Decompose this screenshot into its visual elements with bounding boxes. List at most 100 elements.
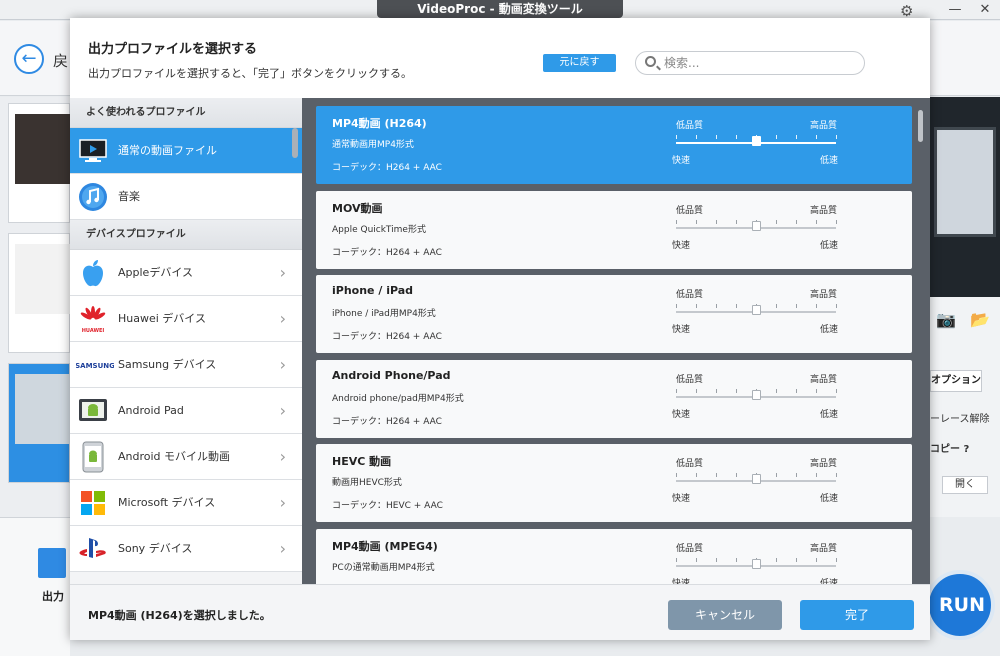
category-apple[interactable]: Appleデバイス › [70,250,302,296]
minimize-button[interactable]: — [940,0,970,20]
run-button[interactable]: RUN [925,570,995,640]
open-button[interactable]: 開く [942,476,988,494]
category-label: Android モバイル動画 [118,450,231,463]
selection-status: MP4動画 (H264)を選択しました。 [88,609,271,622]
category-android-mobile[interactable]: Android モバイル動画 › [70,434,302,480]
category-common-video[interactable]: 通常の動画ファイル [70,128,302,174]
category-music[interactable]: 音楽 [70,174,302,220]
quality-slider-handle[interactable] [752,220,761,231]
slider-tick [736,473,737,477]
slider-tick [796,473,797,477]
slider-tick [816,304,817,308]
monitor-icon [78,136,108,166]
slider-tick [836,135,837,139]
slider-tick [816,557,817,562]
slider-tick [836,388,837,393]
slider-tick [676,473,677,477]
slider-tick [796,219,797,224]
profile-card[interactable]: iPhone / iPad iPhone / iPad用MP4形式 コーデック：H2… [316,275,912,353]
high-quality-label: 高品質 [810,374,838,385]
folder-icon[interactable]: 📂 [970,310,990,329]
dialog-footer: MP4動画 (H264)を選択しました。 キャンセル 完了 [70,584,930,640]
huawei-logo-text: HUAWEI [82,328,105,334]
window-controls: — ✕ [940,0,1000,20]
slider-tick [816,473,817,477]
slider-tick [696,304,697,308]
profile-description: iPhone / iPad用MP4形式 [332,309,436,319]
dialog-title: 出力プロファイルを選択する [88,42,258,57]
slider-tick [676,135,677,139]
fast-label: 快速 [672,156,691,166]
low-quality-label: 低品質 [676,459,704,469]
video-thumbnail[interactable] [8,103,71,223]
quality-slider-handle[interactable] [752,558,761,569]
sidebar-scrollbar[interactable] [292,128,298,158]
video-thumbnail-selected[interactable] [8,363,71,483]
category-sony[interactable]: Sony デバイス › [70,526,302,572]
quality-slider-handle[interactable] [752,389,761,400]
category-samsung[interactable]: SAMSUNG Samsung デバイス › [70,342,302,388]
slider-tick [776,219,777,224]
list-scrollbar[interactable] [918,110,923,142]
high-quality-label: 高品質 [810,290,838,300]
fast-label: 快速 [672,240,691,251]
slider-tick [676,388,677,393]
category-label: 音楽 [118,190,140,203]
slider-tick [696,135,697,139]
slider-tick [796,388,797,393]
slider-tick [676,557,677,562]
low-quality-label: 低品質 [676,121,704,131]
category-huawei[interactable]: HUAWEI Huawei デバイス › [70,296,302,342]
profile-name: Android Phone/Pad [332,368,451,382]
bottom-toolbar [0,517,70,656]
category-android-pad[interactable]: Android Pad › [70,388,302,434]
output-icon[interactable] [38,548,66,578]
close-window-button[interactable]: ✕ [970,0,1000,20]
profile-name: MP4動画 (MPEG4) [332,539,438,553]
slider-tick [696,219,697,224]
fast-label: 快速 [672,409,691,420]
low-quality-label: 低品質 [676,290,704,300]
slow-label: 低速 [820,409,839,420]
search-box[interactable] [635,51,865,75]
dialog-subtitle: 出力プロファイルを選択すると、「完了」ボタンをクリックする。 [88,67,413,80]
search-input[interactable] [664,55,854,71]
profile-card[interactable]: MP4動画 (H264) 通常動画用MP4形式 コーデック：H264 + AAC 低品… [316,106,912,184]
slider-tick [776,473,777,477]
category-microsoft[interactable]: Microsoft デバイス › [70,480,302,526]
slider-tick [816,135,817,139]
microsoft-icon [78,488,108,518]
category-label: Microsoft デバイス [118,496,216,509]
quality-slider-handle[interactable] [752,305,761,315]
fast-label: 快速 [672,325,691,335]
profile-card[interactable]: MOV動画 Apple QuickTime形式 コーデック：H264 + AAC 低品… [316,190,912,269]
slider-tick [676,219,677,224]
music-icon [78,182,108,212]
profile-category-sidebar: よく使われるプロファイル 通常の動画ファイル 音楽 デバイスプロファイル App… [70,98,302,584]
video-thumbnail[interactable] [8,233,71,353]
slider-tick [736,304,737,308]
quality-slider-handle[interactable] [752,136,761,146]
profile-card[interactable]: Android Phone/Pad Android phone/pad用MP4形式… [316,359,912,438]
profile-card[interactable]: HEVC 動画 動画用HEVC形式 コーデック：HEVC + AAC 低品質 高品質 快速… [316,444,912,522]
slider-tick [816,219,817,224]
slider-tick [836,557,837,562]
revert-button[interactable]: 元に戻す [543,54,616,72]
quality-slider-handle[interactable] [752,474,761,484]
category-label: 通常の動画ファイル [118,144,217,157]
slider-tick [716,304,717,308]
back-arrow-icon[interactable]: ← [14,44,44,74]
done-button[interactable]: 完了 [800,600,914,630]
cancel-button[interactable]: キャンセル [668,600,782,630]
samsung-icon: SAMSUNG [76,350,114,380]
slider-tick [676,304,677,308]
android-phone-icon [78,441,108,473]
slow-label: 低速 [820,240,839,251]
category-label: Appleデバイス [118,266,193,279]
back-label: 戻 [53,52,69,70]
chevron-right-icon: › [279,493,286,512]
profile-description: Apple QuickTime形式 [332,224,426,235]
camera-icon[interactable]: 📷 [936,310,956,329]
options-button[interactable]: オプション [930,370,982,392]
slow-label: 低速 [820,494,839,504]
